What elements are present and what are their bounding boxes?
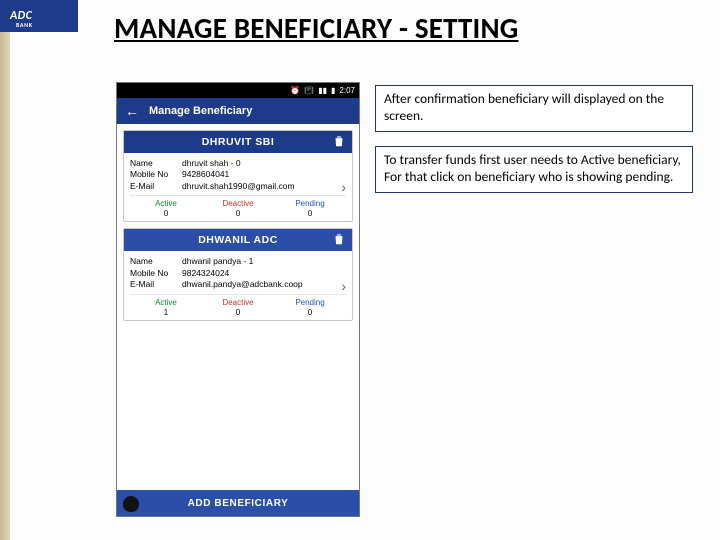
- field-label-name: Name: [130, 158, 182, 169]
- delete-icon[interactable]: [332, 232, 346, 246]
- phone-status-bar: ⏰ 📳 ▮▮ ▮ 2:07: [117, 83, 359, 98]
- field-value-email: dhwanil.pandya@adcbank.coop: [182, 279, 346, 290]
- field-label-mobile: Mobile No: [130, 169, 182, 180]
- alarm-icon: ⏰: [290, 86, 300, 95]
- stat-label-active: Active: [130, 199, 202, 208]
- add-beneficiary-button[interactable]: ADD BENEFICIARY: [117, 490, 359, 516]
- add-beneficiary-label: ADD BENEFICIARY: [188, 498, 289, 509]
- beneficiary-card-header: DHRUVIT SBI: [124, 131, 352, 153]
- beneficiary-card-body: Namedhwanil pandya - 1 Mobile No98243240…: [124, 251, 352, 319]
- battery-icon: ▮: [331, 86, 335, 95]
- brand-subtext: BANK: [16, 21, 33, 29]
- field-value-email: dhruvit.shah1990@gmail.com: [182, 181, 346, 192]
- stat-label-active: Active: [130, 298, 202, 307]
- field-label-email: E-Mail: [130, 181, 182, 192]
- field-value-mobile: 9824324024: [182, 268, 346, 279]
- decorative-left-strip: [0, 0, 10, 540]
- instruction-callout-1: After confirmation beneficiary will disp…: [375, 85, 693, 132]
- stat-value-deactive: 0: [202, 308, 274, 317]
- delete-icon[interactable]: [332, 134, 346, 148]
- field-label-mobile: Mobile No: [130, 268, 182, 279]
- back-icon[interactable]: ←: [125, 103, 139, 119]
- field-value-mobile: 9428604041: [182, 169, 346, 180]
- beneficiary-card-header: DHWANIL ADC: [124, 229, 352, 251]
- field-label-name: Name: [130, 256, 182, 267]
- brand-logo: ADC BANK: [0, 0, 78, 32]
- beneficiary-card[interactable]: DHRUVIT SBI Namedhruvit shah - 0 Mobile …: [123, 130, 353, 222]
- beneficiary-title: DHRUVIT SBI: [202, 136, 275, 148]
- beneficiary-stats: Active0 Deactive0 Pending0: [130, 195, 346, 218]
- chevron-right-icon[interactable]: ›: [341, 278, 346, 294]
- avatar-icon: [123, 496, 139, 512]
- stat-value-deactive: 0: [202, 209, 274, 218]
- stat-value-active: 0: [130, 209, 202, 218]
- field-value-name: dhruvit shah - 0: [182, 158, 346, 169]
- stat-label-deactive: Deactive: [202, 298, 274, 307]
- beneficiary-stats: Active1 Deactive0 Pending0: [130, 294, 346, 317]
- field-label-email: E-Mail: [130, 279, 182, 290]
- signal-icon: ▮▮: [318, 86, 327, 95]
- appbar-title: Manage Beneficiary: [149, 105, 252, 117]
- beneficiary-card-body: Namedhruvit shah - 0 Mobile No9428604041…: [124, 153, 352, 221]
- beneficiary-title: DHWANIL ADC: [198, 234, 278, 246]
- field-value-name: dhwanil pandya - 1: [182, 256, 346, 267]
- instruction-callout-2: To transfer funds first user needs to Ac…: [375, 146, 693, 193]
- app-bar: ← Manage Beneficiary: [117, 98, 359, 124]
- phone-mockup: ⏰ 📳 ▮▮ ▮ 2:07 ← Manage Beneficiary DHRUV…: [116, 82, 360, 517]
- status-time: 2:07: [339, 86, 355, 95]
- beneficiary-card[interactable]: DHWANIL ADC Namedhwanil pandya - 1 Mobil…: [123, 228, 353, 320]
- stat-label-deactive: Deactive: [202, 199, 274, 208]
- stat-label-pending: Pending: [274, 298, 346, 307]
- stat-label-pending: Pending: [274, 199, 346, 208]
- vibrate-icon: 📳: [304, 86, 314, 95]
- page-title: MANAGE BENEFICIARY - SETTING: [114, 10, 518, 46]
- stat-value-pending: 0: [274, 308, 346, 317]
- chevron-right-icon[interactable]: ›: [341, 179, 346, 195]
- stat-value-pending: 0: [274, 209, 346, 218]
- stat-value-active: 1: [130, 308, 202, 317]
